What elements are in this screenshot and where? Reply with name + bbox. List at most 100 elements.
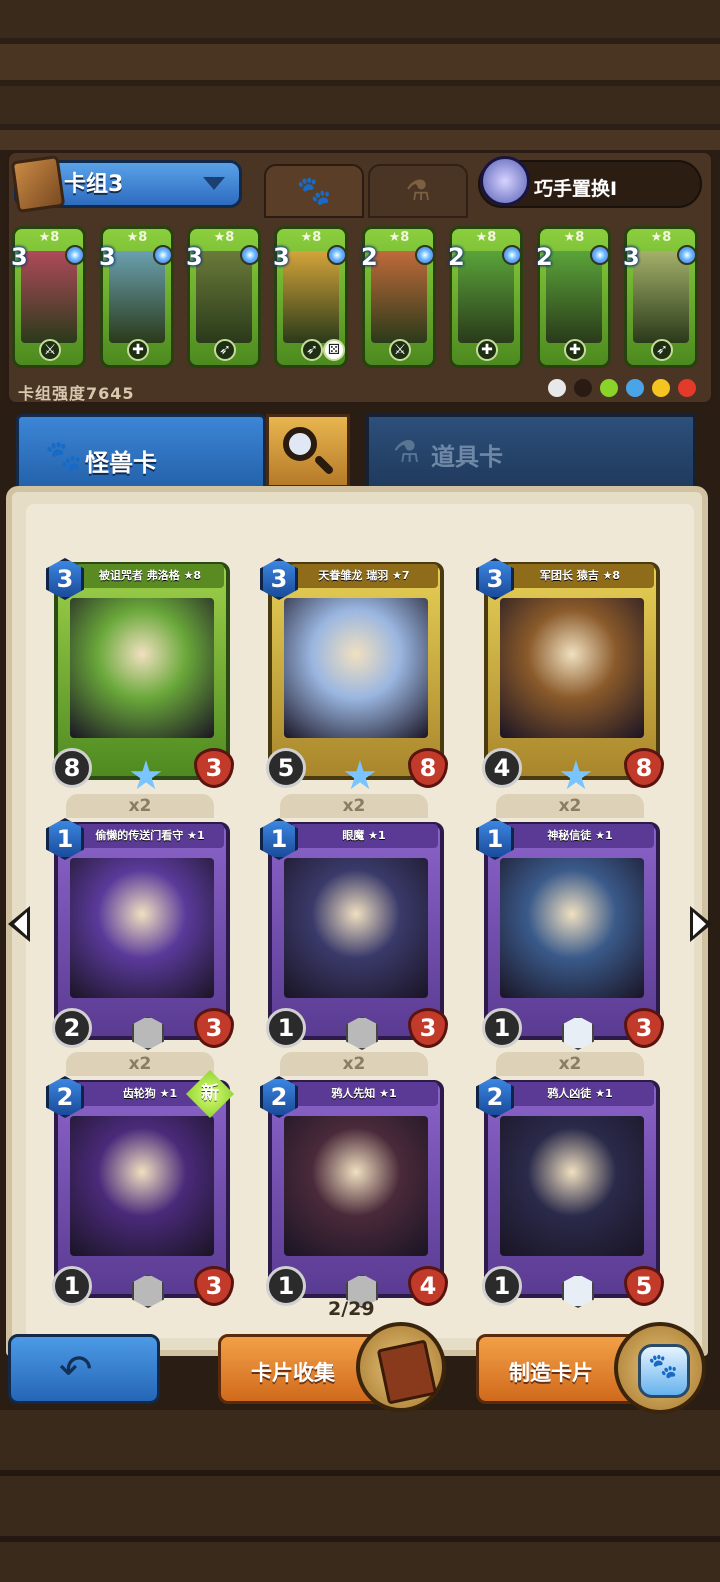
deck-card[interactable]: ★8 3 ➶ ⚄	[273, 226, 348, 368]
deck-card[interactable]: ★8 2 ✚	[448, 226, 523, 368]
card-name: 神秘信徒 ★1	[506, 824, 654, 848]
gem-icon	[327, 245, 347, 265]
paw-icon: 🐾	[45, 439, 83, 474]
back-arrow-icon: ↶	[59, 1347, 93, 1393]
copies-count: x2	[496, 1052, 644, 1076]
gem-icon	[677, 245, 697, 265]
card-art	[500, 598, 644, 738]
monster-card[interactable]: 军团长 猿吉 ★8 3 4 8	[476, 558, 664, 790]
prev-page-arrow-icon[interactable]	[8, 906, 30, 942]
copies-count: x2	[66, 794, 214, 818]
tab-item-deck[interactable]: ⚗	[368, 164, 468, 218]
potion-icon: ⚗	[393, 435, 420, 470]
element-icon	[626, 379, 644, 397]
deck-card[interactable]: ★8 3 ⚔	[11, 226, 86, 368]
monster-card[interactable]: 眼魔 ★1 1 1 3	[260, 818, 448, 1050]
card-art	[284, 858, 428, 998]
tab-item-label: 道具卡	[431, 443, 503, 471]
card-art	[283, 251, 339, 343]
card-name: 被诅咒者 弗洛格 ★8	[76, 564, 224, 588]
card-attack: 4	[482, 748, 522, 788]
copies-count: x2	[280, 1052, 428, 1076]
card-attack: 1	[266, 1008, 306, 1048]
page-indicator: 2/29	[328, 1298, 375, 1320]
card-art	[633, 251, 689, 343]
card-art	[500, 858, 644, 998]
gem-icon	[415, 245, 435, 265]
card-art	[109, 251, 165, 343]
card-attack: 1	[266, 1266, 306, 1306]
card-cost: 2	[361, 243, 378, 271]
deck-name: 卡组3	[64, 172, 124, 197]
element-icon	[652, 379, 670, 397]
copies-count: x2	[66, 1052, 214, 1076]
card-art	[196, 251, 252, 343]
card-name: 天眷雏龙 瑞羽 ★7	[290, 564, 438, 588]
monster-card[interactable]: 偷懒的传送门看守 ★1 1 2 3	[46, 818, 234, 1050]
card-attack: 1	[482, 1266, 522, 1306]
chevron-down-icon[interactable]	[203, 177, 225, 190]
bottom-wood-frame	[0, 1410, 720, 1582]
bow-icon: ➶	[651, 339, 673, 361]
next-page-arrow-icon[interactable]	[690, 906, 712, 942]
search-button[interactable]	[266, 414, 350, 488]
monster-card[interactable]: 神秘信徒 ★1 1 1 3	[476, 818, 664, 1050]
tab-monster-cards[interactable]: 🐾 怪兽卡	[16, 414, 266, 488]
card-cost: 2	[448, 243, 465, 271]
deck-card[interactable]: ★8 3 ✚	[99, 226, 174, 368]
element-icon	[548, 379, 566, 397]
dice-icon: ⚄	[323, 339, 345, 361]
gem-icon	[502, 245, 522, 265]
monster-card[interactable]: 天眷雏龙 瑞羽 ★7 3 5 8	[260, 558, 448, 790]
deck-card[interactable]: ★8 3 ➶	[623, 226, 698, 368]
sword-icon: ⚔	[389, 339, 411, 361]
tab-monster-label: 怪兽卡	[85, 449, 157, 477]
deck-card[interactable]: ★8 2 ⚔	[361, 226, 436, 368]
card-art	[70, 598, 214, 738]
craft-card-label: 制造卡片	[509, 1361, 593, 1385]
card-cost: 3	[273, 243, 290, 271]
deck-power: 卡组强度7645	[18, 384, 135, 403]
monster-card[interactable]: 鸦人先知 ★1 2 1 4	[260, 1076, 448, 1308]
monster-card[interactable]: 鸦人凶徒 ★1 2 1 5	[476, 1076, 664, 1308]
card-cost: 3	[623, 243, 640, 271]
search-icon	[283, 427, 317, 461]
element-icon	[678, 379, 696, 397]
deck-card[interactable]: ★8 3 ➶	[186, 226, 261, 368]
book-icon	[376, 1339, 438, 1405]
element-icon	[600, 379, 618, 397]
tab-item-cards[interactable]: ⚗ 道具卡	[366, 414, 696, 488]
card-art	[284, 598, 428, 738]
sword-icon: ⚔	[39, 339, 61, 361]
card-cost: 3	[11, 243, 28, 271]
heal-icon: ✚	[476, 339, 498, 361]
craft-jar-icon[interactable]: 🐾	[614, 1322, 706, 1414]
card-name: 偷懒的传送门看守 ★1	[76, 824, 224, 848]
heal-icon: ✚	[564, 339, 586, 361]
card-art	[70, 1116, 214, 1256]
card-name: 鸦人先知 ★1	[290, 1082, 438, 1106]
paw-icon: 🐾	[296, 174, 332, 207]
monster-card[interactable]: 齿轮狗 ★1 2 1 3	[46, 1076, 234, 1308]
deck-card[interactable]: ★8 2 ✚	[536, 226, 611, 368]
card-art	[70, 858, 214, 998]
card-attack: 1	[482, 1008, 522, 1048]
card-art	[284, 1116, 428, 1256]
copies-count: x2	[280, 794, 428, 818]
card-attack: 8	[52, 748, 92, 788]
card-name: 眼魔 ★1	[290, 824, 438, 848]
gem-icon	[153, 245, 173, 265]
card-art	[371, 251, 427, 343]
monster-card[interactable]: 被诅咒者 弗洛格 ★8 3 8 3	[46, 558, 234, 790]
gem-icon	[590, 245, 610, 265]
tab-monster-deck[interactable]: 🐾	[264, 164, 364, 218]
card-name: 鸦人凶徒 ★1	[506, 1082, 654, 1106]
card-cost: 3	[99, 243, 116, 271]
search-handle	[313, 454, 335, 476]
heal-icon: ✚	[127, 339, 149, 361]
collection-book-icon[interactable]	[356, 1322, 446, 1412]
back-button[interactable]: ↶	[8, 1334, 160, 1404]
card-art	[21, 251, 77, 343]
swap-icon	[480, 156, 530, 206]
copies-count: x2	[496, 794, 644, 818]
